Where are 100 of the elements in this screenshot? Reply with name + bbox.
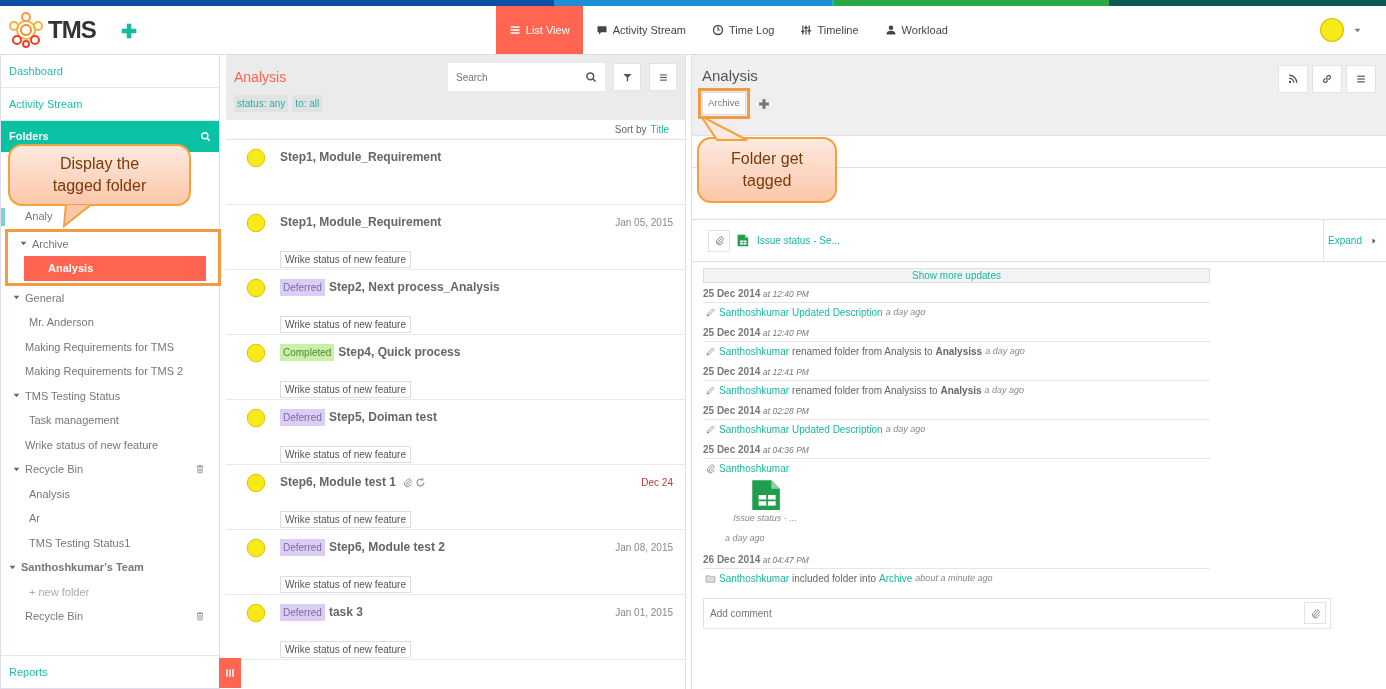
update-date: 25 Dec 2014 at 12:40 PM xyxy=(703,324,1210,342)
tree-item[interactable]: TMS Testing Status xyxy=(1,383,219,408)
update-text: included folder into xyxy=(792,572,876,586)
task-title[interactable]: task 3 xyxy=(328,603,363,621)
user-link[interactable]: Santhoshkumar xyxy=(719,461,790,476)
tree-item[interactable]: Mr. Anderson xyxy=(1,310,219,335)
folder-icon xyxy=(705,573,716,584)
sidebar-toggle-button[interactable] xyxy=(219,658,241,688)
pencil-icon xyxy=(705,307,716,318)
tree-item[interactable]: Archive xyxy=(8,231,218,256)
menu-button[interactable] xyxy=(649,63,677,91)
brand-name: TMS xyxy=(48,15,96,45)
folders-title: Folders xyxy=(9,129,49,145)
nav-tab[interactable]: Workload xyxy=(871,6,961,54)
file-name[interactable]: Issue status - ... xyxy=(733,512,797,526)
update-date: 25 Dec 2014 at 12:40 PM xyxy=(703,285,1210,303)
nav-tab[interactable]: Timeline xyxy=(787,6,872,54)
user-menu-button[interactable] xyxy=(1319,17,1362,43)
tree-item[interactable]: TMS Testing Status1 xyxy=(1,530,219,555)
list-icon xyxy=(508,24,521,36)
tree-item[interactable]: General xyxy=(1,285,219,310)
tree-item[interactable]: Task management xyxy=(1,408,219,433)
update-link[interactable]: Updated Description xyxy=(792,305,883,320)
user-link[interactable]: Santhoshkumar xyxy=(719,571,790,586)
tree-item[interactable]: Analysis xyxy=(24,256,206,281)
folder-tag[interactable]: Wrike status of new feature xyxy=(280,511,411,528)
task-title[interactable]: Step4, Quick process xyxy=(338,343,461,361)
caret-icon[interactable] xyxy=(1370,236,1378,245)
time-ago: a day ago xyxy=(885,422,926,436)
folder-tag[interactable]: Wrike status of new feature xyxy=(280,576,411,593)
task-title[interactable]: Step6, Module test 2 xyxy=(328,538,445,556)
folder-tag[interactable]: Wrike status of new feature xyxy=(280,446,411,463)
paperclip-icon xyxy=(713,235,725,246)
logo-icon xyxy=(8,12,44,48)
menu-icon xyxy=(657,71,669,83)
tree-item[interactable]: + new folder xyxy=(1,579,219,604)
file-link[interactable]: Issue status - Se... xyxy=(757,233,840,248)
user-link[interactable]: Santhoshkumar xyxy=(719,344,790,359)
task-title[interactable]: Step1, Module_Requirement xyxy=(280,148,442,166)
paperclip-icon xyxy=(1309,607,1321,619)
person-icon xyxy=(884,24,897,36)
update-link[interactable]: Archive xyxy=(879,571,913,586)
link-icon xyxy=(1321,73,1333,85)
update-date: 26 Dec 2014 at 04:47 PM xyxy=(703,551,1210,569)
folder-tag[interactable]: Wrike status of new feature xyxy=(280,251,411,268)
task-title[interactable]: Step6, Module test 1 xyxy=(280,473,397,491)
task-title[interactable]: Step1, Module_Requirement xyxy=(280,213,442,231)
rss-button[interactable] xyxy=(1278,65,1308,93)
task-title[interactable]: Step5, Doiman test xyxy=(328,408,437,426)
folder-tag[interactable]: Wrike status of new feature xyxy=(280,316,411,333)
sort-link[interactable]: Title xyxy=(650,122,669,137)
avatar-icon xyxy=(246,538,266,558)
status-badge: Deferred xyxy=(280,278,325,296)
menu-button[interactable] xyxy=(1346,65,1376,93)
status-badge: Deferred xyxy=(280,603,325,621)
sliders-icon xyxy=(800,24,813,36)
comment-field[interactable]: Add comment xyxy=(703,598,1331,629)
list-title: Analysis xyxy=(234,67,287,87)
tree-item[interactable]: Analy xyxy=(1,204,219,229)
update-date: 25 Dec 2014 at 02:28 PM xyxy=(703,402,1210,420)
attach-button[interactable] xyxy=(1304,602,1326,624)
detail-title: Analysis xyxy=(702,66,759,86)
bars-icon xyxy=(224,667,236,679)
sort-label: Sort by xyxy=(614,123,647,137)
tree-item[interactable]: Making Requirements for TMS xyxy=(1,334,219,359)
tree-item[interactable]: Making Requirements for TMS 2 xyxy=(1,359,219,384)
update-link[interactable]: Updated Description xyxy=(792,422,883,437)
search-icon[interactable] xyxy=(585,71,597,83)
trash-icon[interactable] xyxy=(195,611,205,622)
nav-tab[interactable]: Time Log xyxy=(699,6,788,54)
tree-item[interactable]: Analysis xyxy=(1,481,219,506)
folder-tag[interactable]: Wrike status of new feature xyxy=(280,641,411,658)
avatar-icon xyxy=(1319,17,1345,43)
tree-item[interactable]: Recycle Bin xyxy=(1,604,219,629)
pencil-icon xyxy=(705,346,716,357)
update-text: renamed folder from Analysis to Analysiss xyxy=(792,345,983,359)
rss-icon xyxy=(1287,73,1299,85)
tree-item[interactable]: Wrike status of new feature xyxy=(1,432,219,457)
expand-link[interactable]: Expand xyxy=(1323,220,1370,261)
task-title[interactable]: Step2, Next process_Analysis xyxy=(328,278,500,296)
attach-button[interactable] xyxy=(708,229,730,252)
user-link[interactable]: Santhoshkumar xyxy=(719,305,790,320)
user-link[interactable]: Santhoshkumar xyxy=(719,383,790,398)
annotation-tooltip: Folder get tagged xyxy=(697,137,837,203)
tree-item[interactable]: Ar xyxy=(1,506,219,531)
tree-item[interactable]: Santhoshkumar's Team xyxy=(1,555,219,580)
user-link[interactable]: Santhoshkumar xyxy=(719,422,790,437)
trash-icon[interactable] xyxy=(195,464,205,475)
due-date: Jan 08, 2015 xyxy=(615,540,673,555)
nav-tab[interactable]: Activity Stream xyxy=(582,6,699,54)
menu-icon xyxy=(1355,73,1367,85)
nav-tab[interactable]: List View xyxy=(495,6,583,54)
status-badge: Deferred xyxy=(280,408,325,426)
search-field[interactable]: Search xyxy=(448,63,605,91)
due-date: Jan 01, 2015 xyxy=(615,605,673,620)
folder-tag[interactable]: Wrike status of new feature xyxy=(280,381,411,398)
filter-button[interactable] xyxy=(613,63,641,91)
tree-item[interactable]: Recycle Bin xyxy=(1,457,219,482)
time-ago: a day ago xyxy=(885,305,926,319)
link-button[interactable] xyxy=(1312,65,1342,93)
